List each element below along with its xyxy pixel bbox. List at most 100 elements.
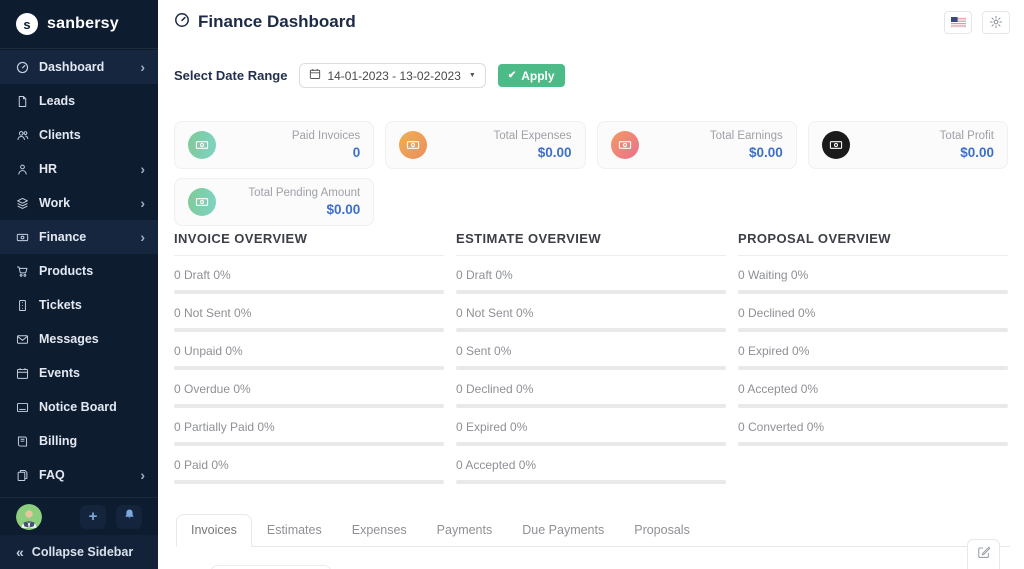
gear-icon bbox=[989, 15, 1003, 29]
sidebar-item-products[interactable]: Products bbox=[0, 254, 158, 288]
stat-card-value: 0 bbox=[292, 144, 360, 161]
overview-row-label: 0 Accepted 0% bbox=[456, 458, 726, 472]
sidebar-item-label: Leads bbox=[39, 94, 75, 108]
envelope-icon bbox=[16, 333, 29, 346]
sidebar-footer: + bbox=[0, 497, 158, 535]
date-range-input[interactable]: 14-01-2023 - 13-02-2023 ▼ bbox=[299, 63, 485, 88]
stat-card-paid-invoices[interactable]: Paid Invoices0 bbox=[174, 121, 374, 169]
notifications-button[interactable] bbox=[116, 505, 142, 529]
cart-icon bbox=[16, 265, 29, 278]
us-flag-icon bbox=[951, 17, 966, 28]
sidebar-item-messages[interactable]: Messages bbox=[0, 322, 158, 356]
sidebar-item-notice-board[interactable]: Notice Board bbox=[0, 390, 158, 424]
stat-card-total-earnings[interactable]: Total Earnings$0.00 bbox=[597, 121, 797, 169]
progress-bar bbox=[738, 404, 1008, 408]
chevron-right-icon: › bbox=[140, 162, 145, 176]
brand-logo[interactable]: s sanbersy bbox=[0, 0, 158, 49]
overview-row: 0 Paid 0% bbox=[174, 458, 444, 484]
tab-estimates[interactable]: Estimates bbox=[252, 514, 337, 547]
chevron-right-icon: › bbox=[140, 196, 145, 210]
sidebar-item-hr[interactable]: HR › bbox=[0, 152, 158, 186]
overview-row: 0 Declined 0% bbox=[456, 382, 726, 408]
sidebar-item-label: Clients bbox=[39, 128, 81, 142]
progress-bar bbox=[456, 328, 726, 332]
progress-bar bbox=[174, 366, 444, 370]
table-length-select-partial[interactable] bbox=[210, 565, 332, 569]
page-title: Finance Dashboard bbox=[174, 12, 356, 33]
stat-card-total-profit[interactable]: Total Profit$0.00 bbox=[808, 121, 1008, 169]
overview-columns: INVOICE OVERVIEW0 Draft 0%0 Not Sent 0%0… bbox=[174, 231, 1008, 484]
sidebar-item-label: Tickets bbox=[39, 298, 82, 312]
sidebar-item-label: FAQ bbox=[39, 468, 65, 482]
sidebar-item-faq[interactable]: FAQ› bbox=[0, 458, 158, 492]
overview-row: 0 Not Sent 0% bbox=[174, 306, 444, 332]
stat-cards: Paid Invoices0Total Expenses$0.00Total E… bbox=[174, 121, 1008, 226]
sidebar-item-label: Messages bbox=[39, 332, 99, 346]
sidebar-item-dashboard[interactable]: Dashboard› bbox=[0, 50, 158, 84]
sidebar-item-finance[interactable]: Finance› bbox=[0, 220, 158, 254]
sidebar-item-work[interactable]: Work › bbox=[0, 186, 158, 220]
sidebar-item-label: Finance bbox=[39, 230, 86, 244]
plus-icon: + bbox=[89, 508, 98, 525]
divider bbox=[738, 255, 1008, 256]
progress-bar bbox=[174, 404, 444, 408]
check-icon: ✔ bbox=[508, 70, 516, 81]
sidebar-item-clients[interactable]: Clients bbox=[0, 118, 158, 152]
tab-due-payments[interactable]: Due Payments bbox=[507, 514, 619, 547]
tab-invoices[interactable]: Invoices bbox=[176, 514, 252, 547]
bell-icon bbox=[123, 508, 136, 526]
tab-payments[interactable]: Payments bbox=[422, 514, 508, 547]
edit-widgets-button[interactable] bbox=[967, 539, 1000, 569]
overview-row: 0 Sent 0% bbox=[456, 344, 726, 370]
sidebar-item-label: Products bbox=[39, 264, 93, 278]
overview-row-label: 0 Not Sent 0% bbox=[174, 306, 444, 320]
banknote-icon bbox=[822, 131, 850, 159]
stat-card-label: Total Profit bbox=[940, 129, 994, 144]
progress-bar bbox=[174, 290, 444, 294]
sidebar-item-leads[interactable]: Leads bbox=[0, 84, 158, 118]
sidebar-item-tickets[interactable]: Tickets bbox=[0, 288, 158, 322]
overview-row: 0 Declined 0% bbox=[738, 306, 1008, 332]
sidebar-item-label: HR bbox=[39, 162, 57, 176]
overview-row-label: 0 Overdue 0% bbox=[174, 382, 444, 396]
speedometer-icon bbox=[16, 61, 29, 74]
overview-row-label: 0 Unpaid 0% bbox=[174, 344, 444, 358]
overview-row: 0 Expired 0% bbox=[456, 420, 726, 446]
overview-row-label: 0 Draft 0% bbox=[456, 268, 726, 282]
apply-button[interactable]: ✔ Apply bbox=[498, 64, 565, 87]
overview-row: 0 Not Sent 0% bbox=[456, 306, 726, 332]
sidebar: s sanbersy Dashboard›LeadsClientsHR›Work… bbox=[0, 0, 158, 569]
overview-row: 0 Unpaid 0% bbox=[174, 344, 444, 370]
divider bbox=[174, 255, 444, 256]
stat-card-label: Paid Invoices bbox=[292, 129, 360, 144]
language-flag-button[interactable] bbox=[944, 11, 972, 34]
settings-button[interactable] bbox=[982, 11, 1010, 34]
banknote-icon bbox=[188, 131, 216, 159]
user-avatar[interactable] bbox=[16, 504, 42, 530]
overview-row-label: 0 Draft 0% bbox=[174, 268, 444, 282]
tab-expenses[interactable]: Expenses bbox=[337, 514, 422, 547]
quick-add-button[interactable]: + bbox=[80, 505, 106, 529]
faq-icon bbox=[16, 469, 29, 482]
progress-bar bbox=[174, 328, 444, 332]
date-range-label: Select Date Range bbox=[174, 68, 287, 83]
stat-card-value: $0.00 bbox=[710, 144, 783, 161]
progress-bar bbox=[174, 480, 444, 484]
collapse-sidebar-button[interactable]: « Collapse Sidebar bbox=[0, 535, 158, 569]
sidebar-item-billing[interactable]: Billing bbox=[0, 424, 158, 458]
finance-tabs: InvoicesEstimatesExpensesPaymentsDue Pay… bbox=[176, 514, 1010, 547]
overview-row-label: 0 Waiting 0% bbox=[738, 268, 1008, 282]
stat-card-total-expenses[interactable]: Total Expenses$0.00 bbox=[385, 121, 585, 169]
sidebar-item-label: Work bbox=[39, 196, 70, 210]
overview-row: 0 Partially Paid 0% bbox=[174, 420, 444, 446]
overview-proposal-overview: PROPOSAL OVERVIEW0 Waiting 0%0 Declined … bbox=[738, 231, 1008, 484]
progress-bar bbox=[456, 290, 726, 294]
banknote-icon bbox=[188, 188, 216, 216]
sidebar-item-events[interactable]: Events bbox=[0, 356, 158, 390]
edit-pencil-icon bbox=[977, 545, 991, 564]
overview-row-label: 0 Expired 0% bbox=[456, 420, 726, 434]
document-icon bbox=[16, 95, 29, 108]
banknote-icon bbox=[611, 131, 639, 159]
stat-card-total-pending-amount[interactable]: Total Pending Amount$0.00 bbox=[174, 178, 374, 226]
tab-proposals[interactable]: Proposals bbox=[619, 514, 705, 547]
